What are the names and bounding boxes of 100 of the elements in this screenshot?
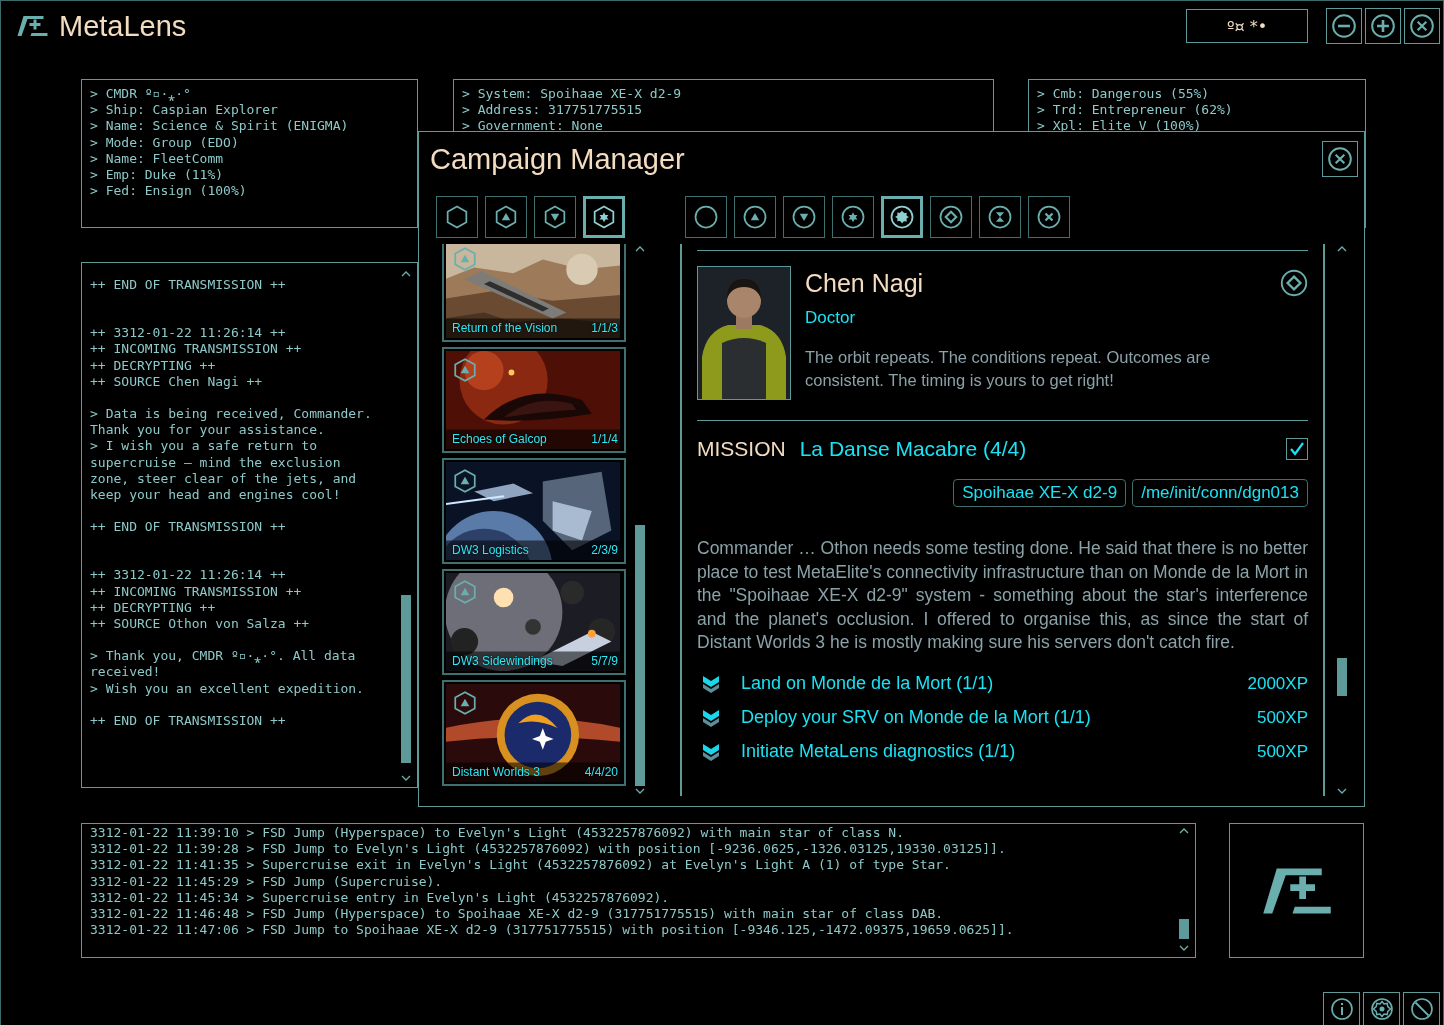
objective-xp: 500XP bbox=[1256, 707, 1308, 728]
mission-tag[interactable]: Spoihaae XE-X d2-9 bbox=[953, 479, 1127, 507]
transmission-line: ++ DECRYPTING ++ bbox=[90, 599, 217, 617]
scroll-up-icon[interactable] bbox=[1337, 246, 1347, 252]
contact-quote: The orbit repeats. The conditions repeat. Outcomes are consistent. The timing is yours to get right! bbox=[805, 347, 1212, 391]
circle-filter-icon[interactable] bbox=[783, 196, 825, 238]
campaign-title: Distant Worlds 3 bbox=[452, 765, 540, 779]
info-line: > CMDR º▫·⁎·° bbox=[90, 86, 192, 103]
log-line: 3312-01-22 11:39:10 > FSD Jump (Hyperspace) to Evelyn's Light (4532257876092) with main star of class N. bbox=[90, 825, 905, 842]
hexagon-filter-icon[interactable] bbox=[583, 196, 625, 238]
campaign-card[interactable]: Return of the Vision 1/1/3 bbox=[442, 244, 626, 342]
objective-xp: 500XP bbox=[1256, 741, 1308, 762]
scroll-down-icon[interactable] bbox=[635, 788, 645, 794]
circle-filter-icon[interactable] bbox=[1028, 196, 1070, 238]
scroll-up-icon[interactable] bbox=[635, 246, 645, 252]
scroll-up-icon[interactable] bbox=[401, 271, 411, 277]
campaign-card[interactable]: DW3 Sidewindings 5/7/9 bbox=[442, 569, 626, 675]
circle-filter-icon[interactable] bbox=[832, 196, 874, 238]
mission-label: MISSION bbox=[697, 437, 786, 461]
log-line: 3312-01-22 11:41:35 > Supercruise exit in Evelyn's Light (4532257876092) at Evelyn's Light A (1) of type Star. bbox=[90, 857, 952, 874]
scroll-up-icon[interactable] bbox=[1179, 828, 1189, 834]
circle-filter-icon[interactable] bbox=[930, 196, 972, 238]
app-title: MetaLens bbox=[59, 9, 187, 43]
campaign-counts: 2/3/9 bbox=[591, 543, 618, 557]
scrollbar-thumb[interactable] bbox=[635, 525, 645, 786]
chevron-icon bbox=[701, 741, 721, 762]
minimize-button[interactable] bbox=[1326, 8, 1362, 44]
hexagon-triangle-icon bbox=[452, 246, 478, 272]
hexagon-triangle-icon bbox=[452, 468, 478, 494]
info-line: > Xpl: Elite V (100%) bbox=[1037, 118, 1203, 135]
hexagon-filter-icon[interactable] bbox=[436, 196, 478, 238]
campaign-card[interactable]: Distant Worlds 3 4/4/20 bbox=[442, 680, 626, 786]
message-text: > I wish you a safe return to supercruise – mind the exclusion zone, steer clear of the jets, and keep your head and engines cool! bbox=[90, 438, 358, 504]
message-text: > Thank you, CMDR º▫·⁎·°. All data received! bbox=[90, 648, 357, 681]
chevron-icon bbox=[701, 707, 721, 728]
campaign-title: DW3 Sidewindings bbox=[452, 654, 553, 668]
scroll-down-icon[interactable] bbox=[401, 775, 411, 781]
scroll-down-icon[interactable] bbox=[1179, 945, 1189, 951]
objective-text: Land on Monde de la Mort (1/1) bbox=[741, 673, 995, 695]
campaign-title: Return of the Vision bbox=[452, 321, 558, 335]
transmission-line: ++ 3312-01-22 11:26:14 ++ bbox=[90, 325, 287, 342]
maximize-button[interactable] bbox=[1365, 8, 1401, 44]
info-line: > Address: 317751775515 bbox=[462, 102, 643, 119]
campaign-counts: 1/1/4 bbox=[591, 432, 618, 446]
campaign-counts: 1/1/3 bbox=[591, 321, 618, 335]
mission-tag[interactable]: /me/init/conn/dgn013 bbox=[1132, 479, 1308, 507]
message-text: > Wish you an excellent expedition. bbox=[90, 680, 365, 697]
completed-checkbox[interactable] bbox=[1286, 438, 1308, 460]
transmission-line: ++ INCOMING TRANSMISSION ++ bbox=[90, 583, 303, 600]
info-line: > Cmb: Dangerous (55%) bbox=[1037, 86, 1211, 103]
window-title: Campaign Manager bbox=[430, 142, 685, 176]
campaign-card[interactable]: Echoes of Galcop 1/1/4 bbox=[442, 347, 626, 453]
info-line: > Emp: Duke (11%) bbox=[90, 167, 225, 184]
message-text: > Data is being received, Commander. Thank you for your assistance. bbox=[90, 406, 373, 439]
scroll-down-icon[interactable] bbox=[1337, 788, 1347, 794]
info-line: > Government: None bbox=[462, 118, 604, 135]
circle-filter-icon[interactable] bbox=[979, 196, 1021, 238]
hexagon-filter-icon[interactable] bbox=[534, 196, 576, 238]
info-line: > Name: FleetComm bbox=[90, 150, 225, 167]
scrollbar-thumb[interactable] bbox=[401, 595, 411, 764]
info-line: > Mode: Group (EDO) bbox=[90, 134, 240, 151]
contact-name: Chen Nagi bbox=[805, 269, 925, 298]
transmission-line: ++ SOURCE Chen Nagi ++ bbox=[90, 373, 264, 390]
close-button[interactable] bbox=[1322, 141, 1358, 177]
info-button[interactable] bbox=[1323, 992, 1360, 1025]
transmission-line: ++ END OF TRANSMISSION ++ bbox=[90, 519, 287, 536]
scrollbar-thumb[interactable] bbox=[1179, 919, 1189, 939]
hexagon-triangle-icon bbox=[452, 357, 478, 383]
info-line: > Fed: Ensign (100%) bbox=[90, 183, 248, 200]
campaign-title: DW3 Logistics bbox=[452, 543, 529, 557]
info-line: > Name: Science & Spirit (ENIGMA) bbox=[90, 118, 350, 135]
log-line: 3312-01-22 11:39:28 > FSD Jump to Evelyn's Light (4532257876092) with position [-9236.0625,-1326.03125,19330.03125]]. bbox=[90, 841, 1007, 858]
circle-filter-icon[interactable] bbox=[685, 196, 727, 238]
campaign-title: Echoes of Galcop bbox=[452, 432, 547, 446]
transmission-line: ++ SOURCE Othon von Salza ++ bbox=[90, 616, 311, 633]
transmission-line: ++ 3312-01-22 11:26:14 ++ bbox=[90, 567, 287, 584]
objective-xp: 2000XP bbox=[1247, 673, 1308, 694]
chevron-icon bbox=[701, 673, 721, 694]
objective-text: Initiate MetaLens diagnostics (1/1) bbox=[741, 741, 1017, 763]
circle-filter-icon[interactable] bbox=[734, 196, 776, 238]
log-line: 3312-01-22 11:47:06 > FSD Jump to Spoihaae XE-X d2-9 (317751775515) with position [-9346.125,-1472.09375,19659.0625]]. bbox=[90, 922, 1015, 939]
logo-icon bbox=[17, 14, 48, 38]
campaign-counts: 4/4/20 bbox=[584, 765, 618, 779]
circle-filter-icon[interactable] bbox=[881, 196, 923, 238]
log-line: 3312-01-22 11:45:29 > FSD Jump (Supercruise). bbox=[90, 873, 444, 890]
settings-button[interactable] bbox=[1363, 992, 1400, 1025]
contact-role: Doctor bbox=[805, 308, 857, 328]
info-line: > System: Spoihaae XE-X d2-9 bbox=[462, 86, 683, 103]
info-line: > Trd: Entrepreneur (62%) bbox=[1037, 102, 1234, 119]
scrollbar-thumb[interactable] bbox=[1337, 658, 1347, 696]
commander-status: º¤ *• bbox=[1186, 9, 1308, 43]
transmission-line: ++ DECRYPTING ++ bbox=[90, 357, 217, 374]
info-line: > Ship: Caspian Explorer bbox=[90, 102, 279, 119]
hexagon-filter-icon[interactable] bbox=[485, 196, 527, 238]
mission-description: Commander … Othon needs some testing done. He said that there is no better place to test MetaElite's connectivity infrastructure than on Monde de la Mort in the "Spoihaae XE-X d2-9" system - something about the star's interference and the planet's occlusion. I offered to organise this, as since the start of Distant Worlds 3 he is mostly making sure his servers don't catch fire. bbox=[697, 537, 1308, 655]
hexagon-triangle-icon bbox=[452, 690, 478, 716]
campaign-counts: 5/7/9 bbox=[591, 654, 618, 668]
campaign-card[interactable]: DW3 Logistics 2/3/9 bbox=[442, 458, 626, 564]
disable-button[interactable] bbox=[1403, 992, 1440, 1025]
close-button[interactable] bbox=[1404, 8, 1440, 44]
